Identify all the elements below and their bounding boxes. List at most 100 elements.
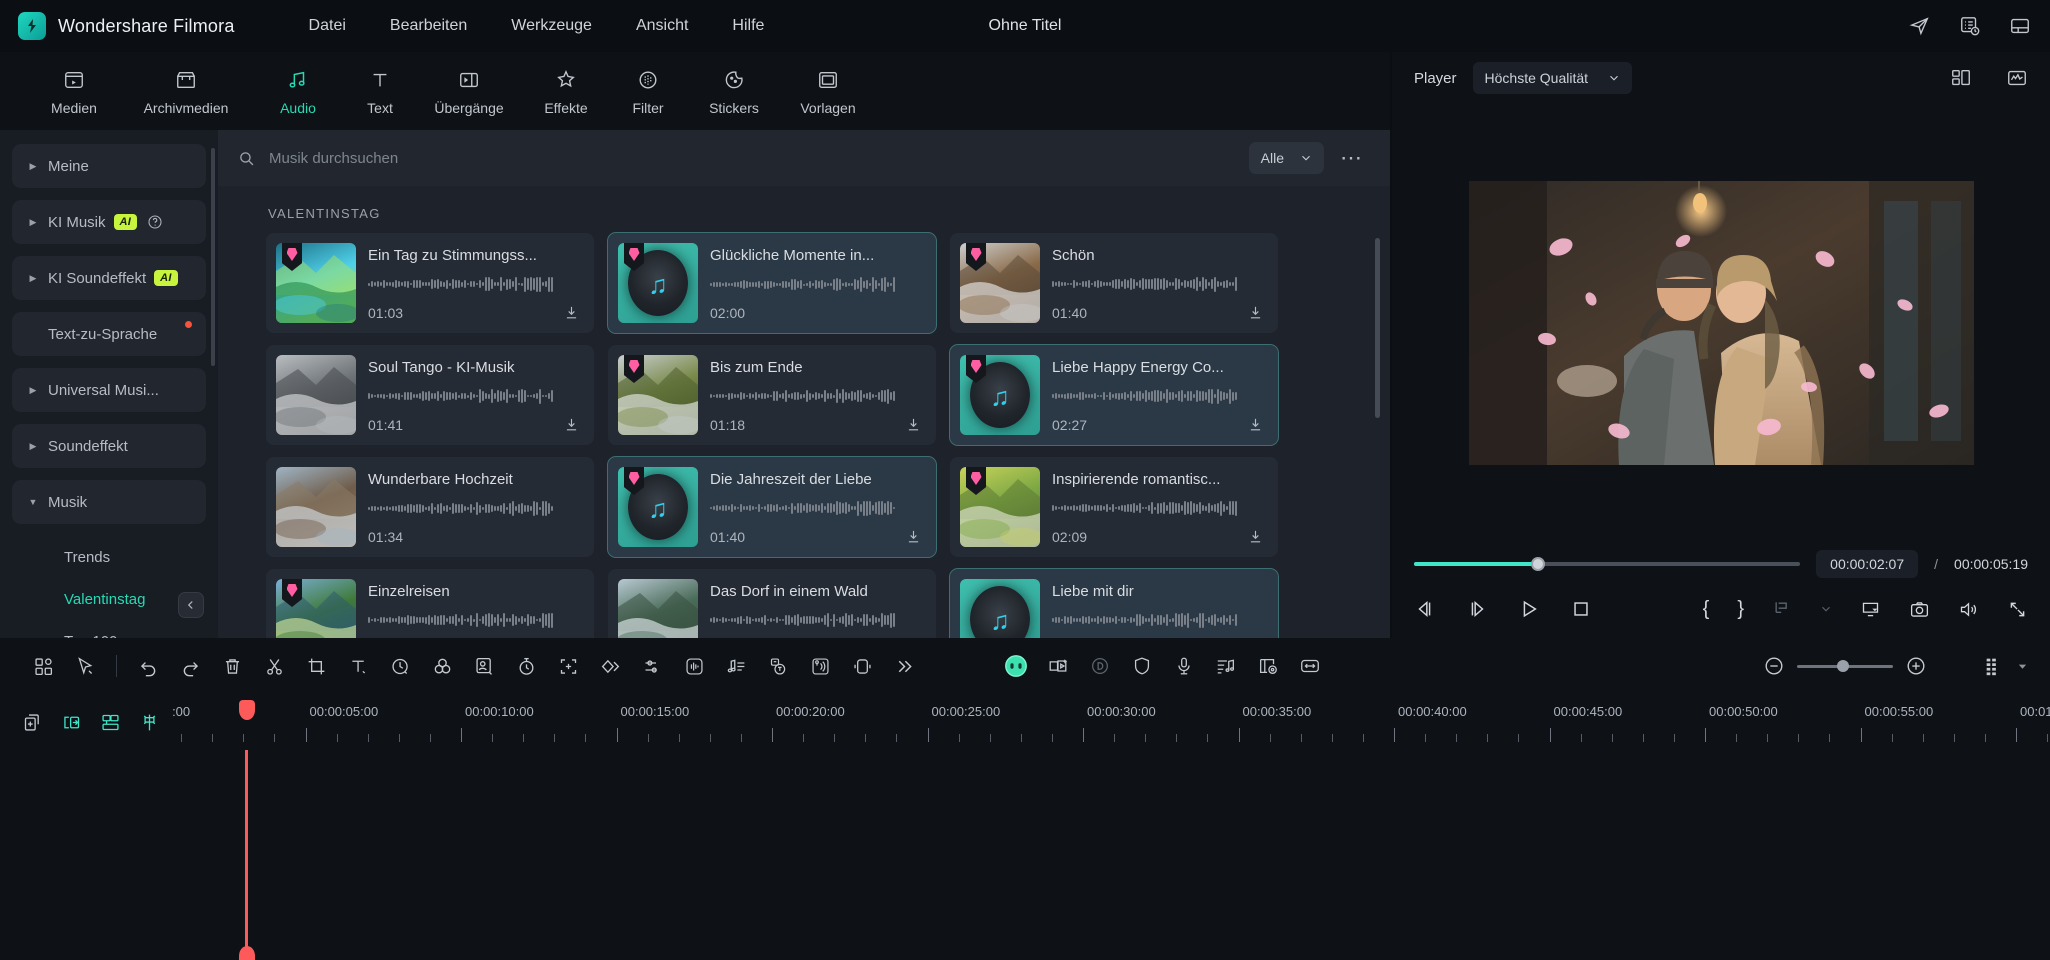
next-frame-icon[interactable] (1466, 598, 1488, 620)
menu-werkzeuge[interactable]: Werkzeuge (489, 11, 614, 41)
undo-icon[interactable] (127, 649, 169, 683)
zoom-in-icon[interactable] (1905, 655, 1927, 677)
music-card[interactable]: Wunderbare Hochzeit 01:34 (266, 457, 594, 557)
mark-out-icon[interactable]: } (1737, 598, 1744, 621)
timeline-ruler[interactable]: :00:00 00:00:05:00 00:00:10:00 00:00:15:00 0… (172, 694, 2050, 750)
timeline-tracks[interactable] (0, 700, 2050, 960)
music-card[interactable]: Das Dorf in einem Wald 02:02 (608, 569, 936, 638)
tab-effekte[interactable]: Effekte (524, 63, 608, 120)
shot-detect-icon[interactable] (1247, 649, 1289, 683)
snapshot-icon[interactable] (1909, 599, 1930, 620)
tab-uebergaenge[interactable]: Übergänge (416, 63, 522, 120)
playhead-bottom-handle[interactable] (238, 946, 255, 960)
sidebar-item-musik[interactable]: ▼ Musik (12, 480, 206, 524)
tab-audio[interactable]: Audio (252, 63, 344, 120)
adjust-icon[interactable] (631, 649, 673, 683)
sidebar-item-soundeffekt[interactable]: ▶ Soundeffekt (12, 424, 206, 468)
volume-icon[interactable] (1958, 599, 1979, 620)
layout-icon[interactable] (2008, 14, 2032, 38)
pop-out-icon[interactable] (1860, 599, 1881, 620)
zoom-out-icon[interactable] (1763, 655, 1785, 677)
auto-reframe-icon[interactable] (547, 649, 589, 683)
more-horizontal-icon[interactable]: ⋯ (1340, 147, 1364, 169)
tab-text[interactable]: Text (346, 63, 414, 120)
redo-icon[interactable] (169, 649, 211, 683)
split-view-icon[interactable] (1950, 67, 1972, 89)
playhead[interactable] (238, 700, 255, 960)
sidebar-scrollbar[interactable] (211, 148, 215, 366)
audio-ducking-icon[interactable] (799, 649, 841, 683)
stop-icon[interactable] (1570, 598, 1592, 620)
tab-vorlagen[interactable]: Vorlagen (782, 63, 874, 120)
sidebar-item-ki-musik[interactable]: ▶ KI Musik AI (12, 200, 206, 244)
zoom-knob[interactable] (1837, 660, 1850, 672)
download-icon[interactable] (905, 416, 922, 433)
mic-icon[interactable] (1163, 649, 1205, 683)
music-card[interactable]: Ein Tag zu Stimmungss... 01:03 (266, 233, 594, 333)
delete-icon[interactable] (211, 649, 253, 683)
keyframe-icon[interactable] (589, 649, 631, 683)
sidebar-item-universal-musik[interactable]: ▶ Universal Musi... (12, 368, 206, 412)
download-icon[interactable] (905, 528, 922, 545)
play-icon[interactable] (1518, 598, 1540, 620)
seek-knob[interactable] (1530, 557, 1545, 571)
speed-icon[interactable] (379, 649, 421, 683)
chevron-down-icon[interactable] (2017, 661, 2028, 672)
color-icon[interactable] (421, 649, 463, 683)
sidebar-subitem-trends[interactable]: Trends (12, 536, 206, 578)
music-card[interactable]: ♫ Liebe mit dir 01:21 (949, 568, 1279, 638)
music-card[interactable]: Inspirierende romantisc... 02:09 (950, 457, 1278, 557)
current-timecode[interactable]: 00:00:02:07 (1816, 550, 1919, 578)
speech-to-text-icon[interactable] (757, 649, 799, 683)
music-card[interactable]: Schön 01:40 (950, 233, 1278, 333)
marker-icon[interactable] (139, 712, 160, 733)
playhead-handle[interactable] (238, 700, 255, 720)
zoom-slider[interactable] (1797, 660, 1893, 672)
music-list-scrollbar[interactable] (1375, 238, 1380, 418)
sidebar-subitem-valentinstag[interactable]: Valentinstag (12, 578, 206, 620)
music-card[interactable]: Bis zum Ende 01:18 (608, 345, 936, 445)
music-card[interactable]: ♫ Die Jahreszeit der Liebe 01:40 (607, 456, 937, 558)
select-cursor-icon[interactable] (64, 649, 106, 683)
task-list-icon[interactable] (1958, 14, 1982, 38)
send-icon[interactable] (1908, 14, 1932, 38)
fullscreen-icon[interactable] (2007, 599, 2028, 620)
prev-frame-icon[interactable] (1414, 598, 1436, 620)
smart-cutout-icon[interactable] (1037, 649, 1079, 683)
download-icon[interactable] (563, 304, 580, 321)
tab-archivmedien[interactable]: Archivmedien (122, 63, 250, 120)
mix-icon[interactable] (100, 712, 121, 733)
waveform-monitor-icon[interactable] (2006, 67, 2028, 89)
sidebar-collapse-button[interactable] (178, 592, 204, 618)
ai-portrait-icon[interactable] (1079, 649, 1121, 683)
seek-slider[interactable] (1414, 557, 1801, 571)
music-card[interactable]: ♫ Glückliche Momente in... 02:00 (607, 232, 937, 334)
download-icon[interactable] (563, 416, 580, 433)
music-card[interactable]: ♫ Liebe Happy Energy Co... 02:27 (949, 344, 1279, 446)
tab-stickers[interactable]: Stickers (688, 63, 780, 120)
help-circle-icon[interactable] (147, 214, 163, 230)
menu-bearbeiten[interactable]: Bearbeiten (368, 11, 489, 41)
mark-in-icon[interactable]: { (1703, 598, 1710, 621)
music-card[interactable]: Soul Tango - KI-Musik 01:41 (266, 345, 594, 445)
menu-ansicht[interactable]: Ansicht (614, 11, 710, 41)
filter-dropdown[interactable]: Alle (1248, 142, 1324, 174)
ai-copilot-icon[interactable] (995, 649, 1037, 683)
stabilize-icon[interactable] (841, 649, 883, 683)
audio-list-icon[interactable] (1205, 649, 1247, 683)
sidebar-item-text-zu-sprache[interactable]: ▶ Text-zu-Sprache (12, 312, 206, 356)
stopwatch-icon[interactable] (505, 649, 547, 683)
sidebar-item-meine[interactable]: ▶ Meine (12, 144, 206, 188)
download-icon[interactable] (1247, 416, 1264, 433)
sidebar-item-ki-soundeffekt[interactable]: ▶ KI Soundeffekt AI (12, 256, 206, 300)
sidebar-subitem-top-100[interactable]: Top 100 (12, 620, 206, 639)
cut-icon[interactable] (253, 649, 295, 683)
layout-grid-icon[interactable] (22, 649, 64, 683)
menu-datei[interactable]: Datei (287, 11, 368, 41)
music-card[interactable]: Einzelreisen 01:04 (266, 569, 594, 638)
crop-icon[interactable] (295, 649, 337, 683)
chevron-down-icon[interactable] (1820, 603, 1832, 615)
menu-hilfe[interactable]: Hilfe (710, 11, 786, 41)
tab-medien[interactable]: Medien (28, 63, 120, 120)
music-beat-icon[interactable] (715, 649, 757, 683)
